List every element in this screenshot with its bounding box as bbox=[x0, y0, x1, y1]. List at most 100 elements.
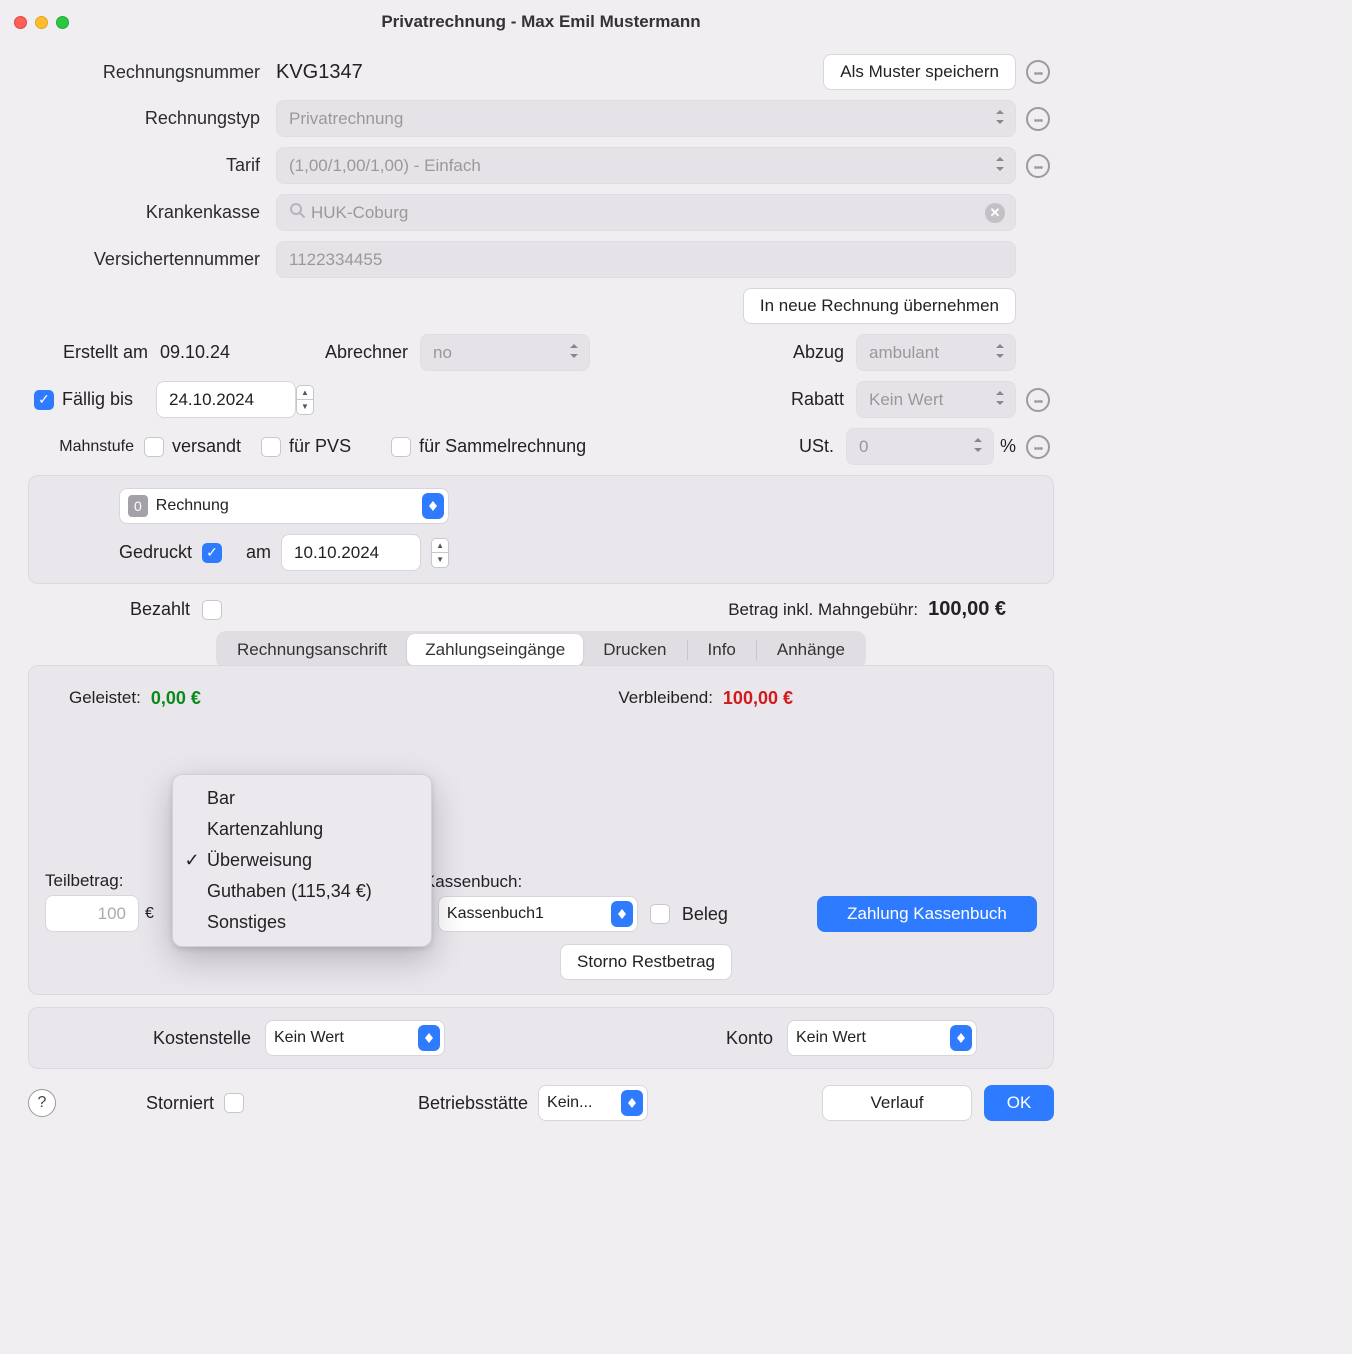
dunning-level-value: Rechnung bbox=[156, 497, 229, 515]
label-versichertennummer: Versichertennummer bbox=[22, 249, 276, 270]
pvs-checkbox[interactable] bbox=[261, 437, 281, 457]
dunning-level-select[interactable]: 0 Rechnung bbox=[119, 488, 449, 524]
rabatt-select[interactable]: Kein Wert bbox=[856, 381, 1016, 418]
dunning-level-badge: 0 bbox=[128, 495, 148, 517]
teilbetrag-value: 100 bbox=[98, 904, 126, 924]
label-tarif: Tarif bbox=[22, 155, 276, 176]
label-pvs: für PVS bbox=[281, 436, 391, 457]
menu-item-guthaben[interactable]: Guthaben (115,34 €) bbox=[173, 876, 431, 907]
menu-item-bar[interactable]: Bar bbox=[173, 783, 431, 814]
divider bbox=[687, 640, 688, 660]
label-kostenstelle: Kostenstelle bbox=[45, 1028, 265, 1049]
help-button[interactable]: ? bbox=[28, 1089, 56, 1117]
chevron-up-icon: ▲ bbox=[432, 539, 448, 554]
printed-checkbox[interactable]: ✓ bbox=[202, 543, 222, 563]
tarif-select[interactable]: (1,00/1,00/1,00) - Einfach bbox=[276, 147, 1016, 184]
menu-item-label: Sonstiges bbox=[207, 912, 286, 933]
chevron-updown-icon bbox=[950, 1025, 972, 1051]
label-ust: USt. bbox=[799, 436, 846, 457]
rabatt-value: Kein Wert bbox=[869, 390, 943, 410]
label-sammel: für Sammelrechnung bbox=[411, 436, 586, 457]
kostenstelle-select[interactable]: Kein Wert bbox=[265, 1020, 445, 1056]
krankenkasse-field[interactable]: HUK-Coburg ✕ bbox=[276, 194, 1016, 231]
due-date-value: 24.10.2024 bbox=[169, 390, 254, 410]
percent-label: % bbox=[994, 436, 1016, 457]
abrechner-select[interactable]: no bbox=[420, 334, 590, 371]
tab-info[interactable]: Info bbox=[690, 634, 754, 666]
more-icon[interactable] bbox=[1026, 107, 1050, 131]
menu-item-label: Überweisung bbox=[207, 850, 312, 871]
label-konto: Konto bbox=[726, 1028, 787, 1049]
menu-item-label: Guthaben (115,34 €) bbox=[207, 881, 372, 902]
more-icon[interactable] bbox=[1026, 388, 1050, 412]
check-icon: ✓ bbox=[183, 850, 201, 871]
due-date-input[interactable]: 24.10.2024 bbox=[156, 381, 296, 418]
ok-button[interactable]: OK bbox=[984, 1085, 1054, 1121]
chevron-updown-icon bbox=[973, 437, 983, 457]
teilbetrag-input[interactable]: 100 bbox=[45, 895, 139, 932]
tab-drucken[interactable]: Drucken bbox=[585, 634, 684, 666]
save-as-template-button[interactable]: Als Muster speichern bbox=[823, 54, 1016, 90]
label-rechnungsnummer: Rechnungsnummer bbox=[22, 62, 276, 83]
payment-method-menu[interactable]: Bar Kartenzahlung ✓ Überweisung Guthaben … bbox=[172, 774, 432, 947]
beleg-checkbox[interactable] bbox=[650, 904, 670, 924]
printed-date-stepper[interactable]: ▲▼ bbox=[431, 538, 449, 568]
label-teilbetrag: Teilbetrag: bbox=[45, 871, 154, 891]
menu-item-kartenzahlung[interactable]: Kartenzahlung bbox=[173, 814, 431, 845]
tab-zahlungseingaenge[interactable]: Zahlungseingänge bbox=[407, 634, 583, 666]
label-am: am bbox=[232, 542, 271, 563]
tab-anhaenge[interactable]: Anhänge bbox=[759, 634, 863, 666]
label-rabatt: Rabatt bbox=[791, 389, 856, 410]
versichertennummer-value: 1122334455 bbox=[289, 250, 382, 270]
label-versandt: versandt bbox=[164, 436, 261, 457]
copy-to-new-invoice-button[interactable]: In neue Rechnung übernehmen bbox=[743, 288, 1016, 324]
ust-select[interactable]: 0 bbox=[846, 428, 994, 465]
label-abrechner: Abrechner bbox=[290, 342, 420, 363]
due-date-stepper[interactable]: ▲▼ bbox=[296, 385, 314, 415]
rechnungstyp-value: Privatrechnung bbox=[289, 109, 403, 129]
rechnungstyp-select[interactable]: Privatrechnung bbox=[276, 100, 1016, 137]
label-storniert: Storniert bbox=[146, 1093, 224, 1114]
storno-restbetrag-button[interactable]: Storno Restbetrag bbox=[560, 944, 732, 980]
paid-checkbox[interactable] bbox=[202, 600, 222, 620]
kassenbuch-value: Kassenbuch1 bbox=[447, 905, 544, 923]
konto-value: Kein Wert bbox=[796, 1029, 866, 1047]
label-krankenkasse: Krankenkasse bbox=[22, 202, 276, 223]
due-date-checkbox[interactable]: ✓ bbox=[34, 390, 54, 410]
konto-select[interactable]: Kein Wert bbox=[787, 1020, 977, 1056]
betriebsstaette-select[interactable]: Kein... bbox=[538, 1085, 648, 1121]
kassenbuch-select[interactable]: Kassenbuch1 bbox=[438, 896, 638, 932]
clear-icon[interactable]: ✕ bbox=[985, 203, 1005, 223]
sammel-checkbox[interactable] bbox=[391, 437, 411, 457]
more-icon[interactable] bbox=[1026, 435, 1050, 459]
label-rechnungstyp: Rechnungstyp bbox=[22, 108, 276, 129]
divider bbox=[756, 640, 757, 660]
abrechner-value: no bbox=[433, 343, 452, 363]
label-beleg: Beleg bbox=[682, 904, 728, 925]
tarif-value: (1,00/1,00/1,00) - Einfach bbox=[289, 156, 481, 176]
storniert-checkbox[interactable] bbox=[224, 1093, 244, 1113]
versichertennummer-field[interactable]: 1122334455 bbox=[276, 241, 1016, 278]
label-betriebsstaette: Betriebsstätte bbox=[418, 1093, 528, 1114]
chevron-updown-icon bbox=[995, 390, 1005, 410]
tab-rechnungsanschrift[interactable]: Rechnungsanschrift bbox=[219, 634, 405, 666]
betriebsstaette-value: Kein... bbox=[547, 1094, 592, 1112]
chevron-updown-icon bbox=[621, 1090, 643, 1116]
value-erstellt-am: 09.10.24 bbox=[160, 342, 290, 363]
value-rechnungsnummer: KVG1347 bbox=[276, 61, 363, 84]
printed-date-input[interactable]: 10.10.2024 bbox=[281, 534, 421, 571]
more-icon[interactable] bbox=[1026, 60, 1050, 84]
verlauf-button[interactable]: Verlauf bbox=[822, 1085, 972, 1121]
chevron-updown-icon bbox=[995, 156, 1005, 176]
label-erstellt-am: Erstellt am bbox=[22, 342, 160, 363]
abzug-value: ambulant bbox=[869, 343, 939, 363]
label-mahnstufe: Mahnstufe bbox=[22, 438, 144, 456]
menu-item-sonstiges[interactable]: Sonstiges bbox=[173, 907, 431, 938]
abzug-select[interactable]: ambulant bbox=[856, 334, 1016, 371]
versandt-checkbox[interactable] bbox=[144, 437, 164, 457]
more-icon[interactable] bbox=[1026, 154, 1050, 178]
menu-item-ueberweisung[interactable]: ✓ Überweisung bbox=[173, 845, 431, 876]
chevron-updown-icon bbox=[611, 901, 633, 927]
label-betrag-inkl: Betrag inkl. Mahngebühr: bbox=[728, 600, 928, 620]
zahlung-kassenbuch-button[interactable]: Zahlung Kassenbuch bbox=[817, 896, 1037, 932]
